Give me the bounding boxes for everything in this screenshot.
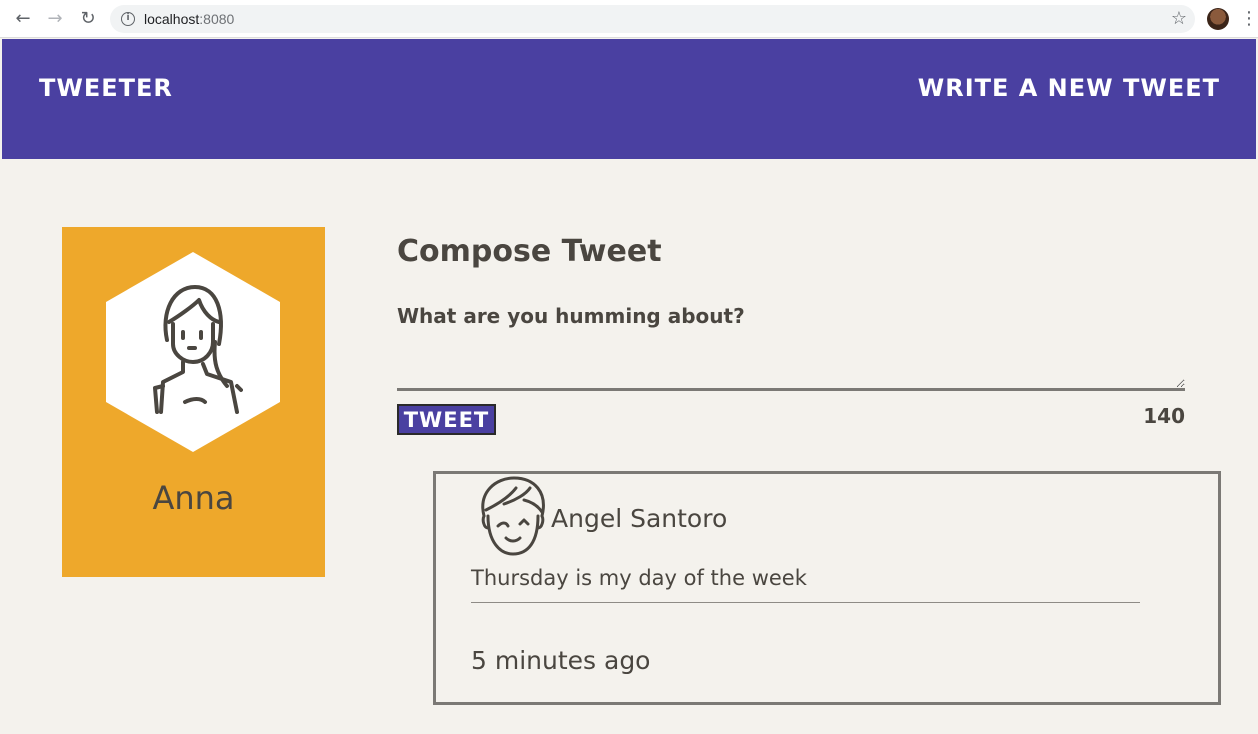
star-icon[interactable]: ☆	[1171, 8, 1187, 29]
brand-logo[interactable]: Tweeter	[39, 74, 173, 102]
tweet-timestamp: 5 minutes ago	[471, 646, 651, 675]
url-port: :8080	[199, 11, 235, 27]
character-counter: 140	[1143, 404, 1185, 428]
kebab-menu-icon[interactable]: ⋮	[1240, 8, 1258, 30]
avatar-hexagon	[106, 252, 280, 452]
compose-title: Compose Tweet	[397, 234, 662, 269]
write-new-tweet-link[interactable]: Write a new tweet	[918, 74, 1220, 102]
address-bar[interactable]: i localhost:8080 ☆	[110, 5, 1195, 33]
tweet-textarea[interactable]	[397, 340, 1185, 391]
tweet-text: Thursday is my day of the week	[471, 566, 807, 590]
compose-label: What are you humming about?	[397, 304, 745, 328]
tweet-author[interactable]: Angel Santoro	[551, 504, 727, 533]
profile-name: Anna	[152, 479, 235, 517]
profile-avatar[interactable]	[1207, 8, 1229, 30]
info-icon[interactable]: i	[121, 12, 135, 26]
url-text[interactable]: localhost:8080	[144, 11, 234, 27]
woman-avatar-icon	[153, 285, 243, 414]
winking-boy-avatar-icon	[481, 476, 545, 556]
tweet-button[interactable]: Tweet	[397, 404, 496, 435]
tweet-card: Angel Santoro Thursday is my day of the …	[433, 471, 1221, 705]
arrow-right-icon[interactable]: →	[44, 8, 66, 30]
url-host: localhost	[144, 11, 200, 27]
profile-card: Anna	[62, 227, 325, 577]
arrow-left-icon[interactable]: ←	[12, 8, 34, 30]
browser-toolbar: ← → ↻ i localhost:8080 ☆ ⋮	[0, 0, 1258, 38]
reload-icon[interactable]: ↻	[77, 8, 99, 30]
site-header: Tweeter Write a new tweet	[2, 39, 1256, 159]
tweet-divider	[471, 602, 1140, 603]
